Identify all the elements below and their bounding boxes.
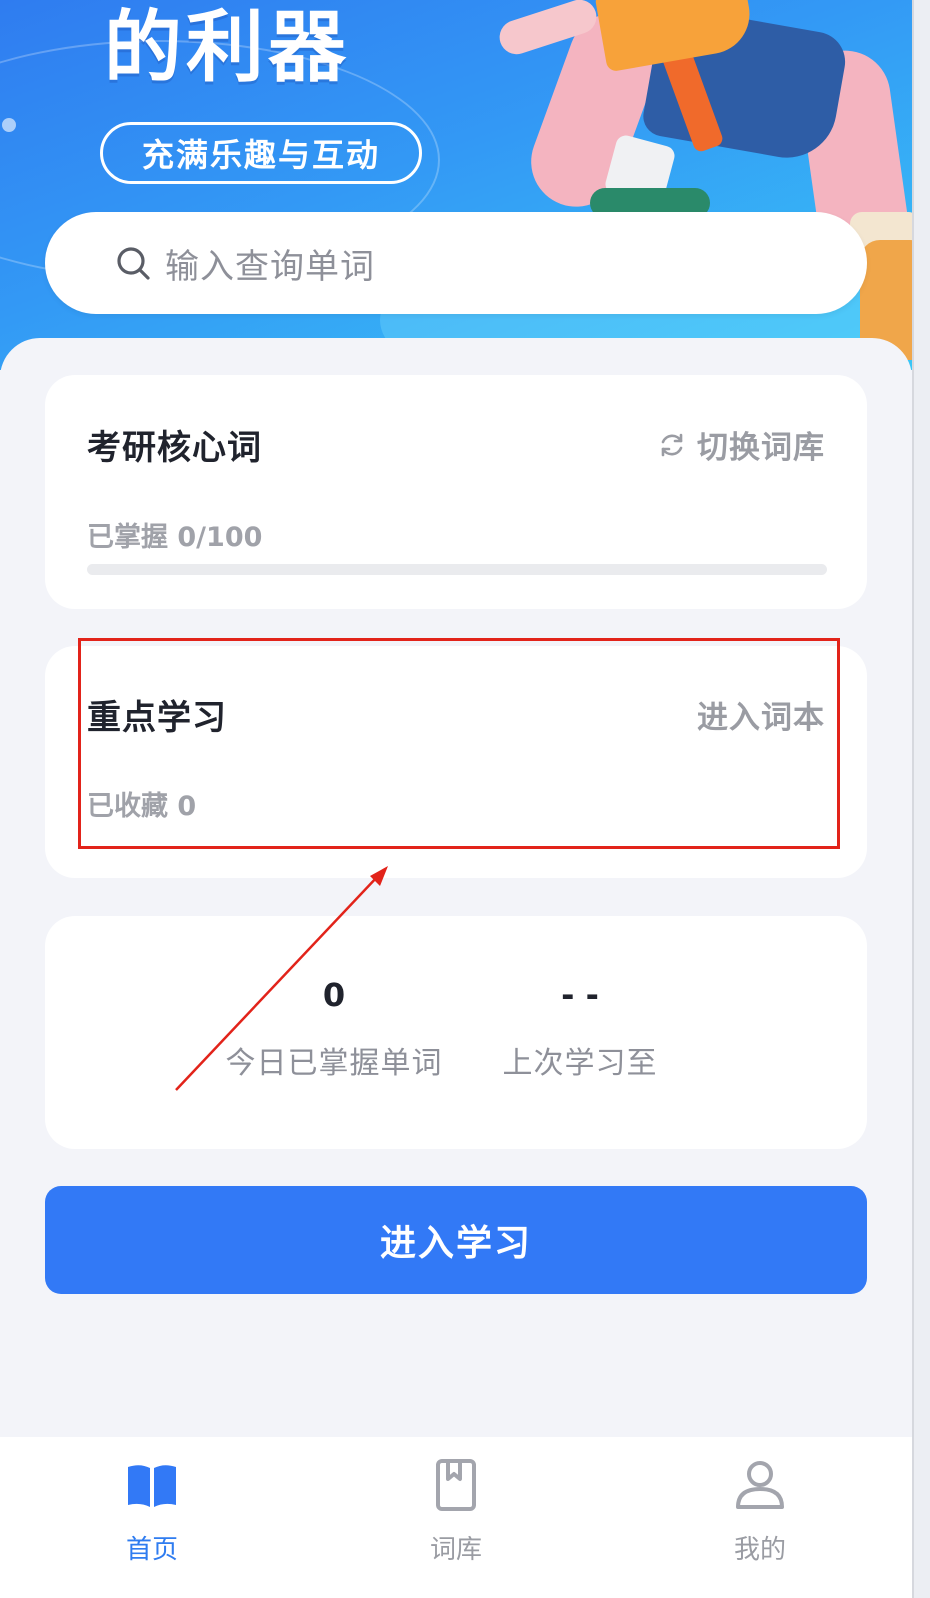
today-mastered-label: 今日已掌握单词 [225, 1046, 443, 1081]
start-learning-button[interactable]: 进入学习 [45, 1186, 867, 1294]
tab-mine-label: 我的 [733, 1535, 786, 1565]
switch-wordbook-button[interactable]: 切换词库 [657, 422, 825, 467]
mastered-count: 已掌握 0/100 [87, 522, 263, 553]
app-screen: 的利器 充满乐趣与互动 输入查询单词 考研核心词 切换词库 已掌握 0/100 … [0, 0, 912, 1598]
last-studied-stat: - - 上次学习至 [500, 972, 660, 1082]
focus-study-title: 重点学习 [87, 698, 227, 738]
book-open-icon [128, 1465, 176, 1507]
search-icon [117, 247, 150, 280]
tab-wordbank-label: 词库 [429, 1535, 482, 1565]
banner-badge: 充满乐趣与互动 [100, 122, 422, 184]
search-placeholder[interactable]: 输入查询单词 [165, 239, 375, 288]
today-mastered-value: 0 [322, 976, 346, 1014]
banner-dot [2, 118, 16, 132]
focus-study-card[interactable]: 重点学习 进入词本 已收藏 0 [45, 646, 867, 878]
tab-home-label: 首页 [125, 1535, 178, 1565]
wordbook-title: 考研核心词 [87, 428, 262, 468]
tab-home[interactable]: 首页 [0, 1437, 304, 1598]
tab-wordbank[interactable]: 词库 [304, 1437, 608, 1598]
runner-illustration [480, 0, 912, 370]
today-mastered-stat: 0 今日已掌握单词 [222, 972, 446, 1082]
open-wordbook-link[interactable]: 进入词本 [697, 692, 825, 737]
collected-count: 已收藏 0 [87, 791, 197, 822]
switch-wordbook-label: 切换词库 [697, 430, 825, 466]
user-icon [736, 1461, 784, 1509]
wordbook-card[interactable]: 考研核心词 切换词库 已掌握 0/100 [45, 375, 867, 609]
search-bar[interactable]: 输入查询单词 [45, 212, 867, 314]
mastery-progress-bar [87, 564, 827, 575]
refresh-icon [661, 433, 683, 456]
tab-mine[interactable]: 我的 [608, 1437, 912, 1598]
bottom-tab-bar: 首页 词库 我的 [0, 1437, 912, 1598]
last-studied-value: - - [561, 976, 599, 1014]
banner-headline: 的利器 [104, 3, 351, 93]
window-edge [912, 0, 930, 1598]
bookmark-book-icon [436, 1459, 476, 1511]
hero-banner: 的利器 充满乐趣与互动 [0, 0, 912, 370]
study-stats-card: 0 今日已掌握单词 - - 上次学习至 [45, 916, 867, 1149]
last-studied-label: 上次学习至 [502, 1046, 658, 1081]
